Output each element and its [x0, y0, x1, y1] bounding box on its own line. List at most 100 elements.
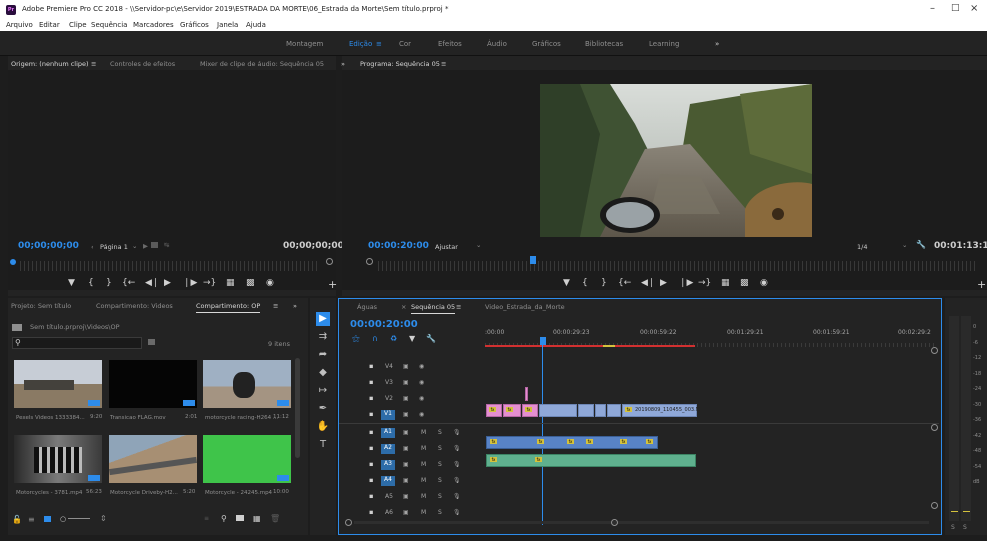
- project-more-button[interactable]: »: [293, 302, 297, 310]
- sync-lock-icon[interactable]: ▣: [403, 445, 409, 452]
- lift-icon[interactable]: ▦: [721, 278, 730, 288]
- mark-in-icon[interactable]: {: [88, 278, 94, 288]
- solo-button[interactable]: S: [438, 509, 442, 516]
- source-viewer[interactable]: [8, 70, 336, 290]
- menu-janela[interactable]: Janela: [217, 21, 238, 29]
- program-menu-icon[interactable]: ≡: [441, 60, 446, 68]
- program-timecode[interactable]: 00:00:20:00: [368, 241, 429, 251]
- new-item-icon[interactable]: ▦: [253, 514, 261, 523]
- clip-v1-main[interactable]: fx 20190809_110455_003.M: [622, 404, 700, 417]
- tab-sequence-estrada[interactable]: Video_Estrada_da_Morte: [485, 303, 565, 311]
- ripple-edit-tool-icon[interactable]: ➦: [316, 348, 330, 362]
- clip-thumbnail[interactable]: [109, 360, 197, 408]
- tab-program[interactable]: Programa: Sequência 05: [360, 60, 440, 71]
- fit-select[interactable]: Ajustar: [435, 243, 458, 251]
- mic-icon[interactable]: 🎙: [453, 429, 461, 436]
- trash-icon[interactable]: 🗑: [270, 514, 280, 523]
- menu-clipe[interactable]: Clipe: [69, 21, 87, 29]
- mute-button[interactable]: M: [421, 445, 426, 452]
- snap-icon[interactable]: ∩: [372, 334, 378, 343]
- workspace-audio[interactable]: Áudio: [487, 40, 507, 48]
- lock-track-icon[interactable]: ◾: [369, 395, 373, 402]
- clip-thumbnail[interactable]: [203, 435, 291, 483]
- audio-zoom-handle[interactable]: [931, 502, 938, 509]
- menu-marcadores[interactable]: Marcadores: [133, 21, 174, 29]
- new-bin-icon[interactable]: [236, 515, 244, 521]
- sync-lock-icon[interactable]: ▣: [403, 429, 409, 436]
- workspace-graficos[interactable]: Gráficos: [532, 40, 561, 48]
- scroll-handle-left[interactable]: [345, 519, 352, 526]
- clip-thumbnail[interactable]: [203, 360, 291, 408]
- clip-v1[interactable]: fx: [503, 404, 521, 417]
- lock-icon[interactable]: 🔓: [12, 515, 22, 524]
- mute-button[interactable]: M: [421, 477, 426, 484]
- workspace-learning[interactable]: Learning: [649, 40, 679, 48]
- export-frame-icon[interactable]: ◉: [266, 278, 274, 288]
- track-label[interactable]: V1: [381, 410, 395, 420]
- mic-icon[interactable]: 🎙: [453, 493, 461, 500]
- play-icon[interactable]: ▶: [164, 278, 171, 288]
- workspace-efeitos[interactable]: Efeitos: [438, 40, 462, 48]
- tab-bin-videos[interactable]: Compartimento: Videos: [96, 302, 173, 310]
- lock-track-icon[interactable]: ◾: [369, 509, 373, 516]
- search-input[interactable]: ⚲: [12, 337, 142, 349]
- program-go-to-out-icon[interactable]: →}: [698, 278, 711, 288]
- overwrite-button-icon[interactable]: ▩: [246, 278, 255, 288]
- eye-icon[interactable]: ◉: [419, 379, 424, 386]
- step-forward-icon[interactable]: ❘▶: [183, 278, 197, 288]
- program-mark-out-icon[interactable]: }: [601, 278, 607, 288]
- timeline-playhead-handle[interactable]: [540, 337, 546, 345]
- type-tool-icon[interactable]: T: [316, 438, 330, 452]
- tab-bin-op[interactable]: Compartimento: OP: [196, 302, 261, 313]
- clip-v1[interactable]: [595, 404, 606, 417]
- extract-icon[interactable]: ▩: [740, 278, 749, 288]
- icon-view-icon[interactable]: [44, 516, 51, 522]
- drag-icon[interactable]: ↹: [164, 241, 169, 249]
- sync-lock-icon[interactable]: ▣: [403, 411, 409, 418]
- list-view-icon[interactable]: ≡: [28, 515, 35, 524]
- solo-button[interactable]: S: [438, 429, 442, 436]
- source-zoom-handle[interactable]: [326, 258, 333, 265]
- lock-track-icon[interactable]: ◾: [369, 379, 373, 386]
- solo-right-button[interactable]: S: [963, 524, 967, 531]
- solo-button[interactable]: S: [438, 461, 442, 468]
- mute-button[interactable]: M: [421, 509, 426, 516]
- tab-source[interactable]: Origem: (nenhum clipe): [11, 60, 89, 71]
- insert-icon[interactable]: [151, 242, 158, 248]
- bin-menu-icon[interactable]: ≡: [273, 302, 278, 310]
- source-timecode-in[interactable]: 00;00;00;00: [18, 241, 79, 251]
- wrench-icon[interactable]: 🔧: [916, 240, 926, 249]
- track-label[interactable]: A4: [381, 476, 395, 486]
- lock-track-icon[interactable]: ◾: [369, 477, 373, 484]
- solo-button[interactable]: S: [438, 477, 442, 484]
- scroll-handle-right[interactable]: [611, 519, 618, 526]
- menu-arquivo[interactable]: Arquivo: [6, 21, 33, 29]
- razor-tool-icon[interactable]: ◆: [316, 366, 330, 380]
- workspace-more-button[interactable]: »: [715, 40, 719, 48]
- solo-button[interactable]: S: [438, 493, 442, 500]
- mic-icon[interactable]: 🎙: [453, 477, 461, 484]
- clip-thumbnail[interactable]: [14, 360, 102, 408]
- tab-sequence-05[interactable]: Sequência 05: [411, 303, 456, 314]
- timeline-hscrollbar[interactable]: [354, 521, 929, 524]
- tab-sequence-aguas[interactable]: Águas: [357, 303, 377, 311]
- eye-icon[interactable]: ◉: [419, 363, 424, 370]
- tab-audio-clip-mixer[interactable]: Mixer de clipe de áudio: Sequência 05: [200, 60, 324, 68]
- sort-icon[interactable]: ⇕: [100, 514, 107, 523]
- mute-button[interactable]: M: [421, 493, 426, 500]
- lock-track-icon[interactable]: ◾: [369, 411, 373, 418]
- tab-menu-icon[interactable]: ≡: [91, 60, 96, 68]
- program-step-back-icon[interactable]: ◀❘: [641, 278, 655, 288]
- page-dropdown-icon[interactable]: ⌄: [132, 242, 137, 250]
- timeline-timecode[interactable]: 00:00:20:00: [350, 319, 418, 330]
- clip-thumbnail[interactable]: [109, 435, 197, 483]
- project-scrollbar[interactable]: [295, 358, 300, 458]
- add-marker-timeline-icon[interactable]: ▼: [409, 334, 415, 343]
- clip-v1[interactable]: fx: [522, 404, 538, 417]
- menu-editar[interactable]: Editar: [39, 21, 60, 29]
- linked-selection-icon[interactable]: ♻: [390, 334, 397, 343]
- go-to-in-icon[interactable]: {←: [122, 278, 135, 288]
- eye-icon[interactable]: ◉: [419, 411, 424, 418]
- resolution-select[interactable]: 1/4: [857, 243, 867, 251]
- panel-more-icon[interactable]: »: [341, 60, 345, 68]
